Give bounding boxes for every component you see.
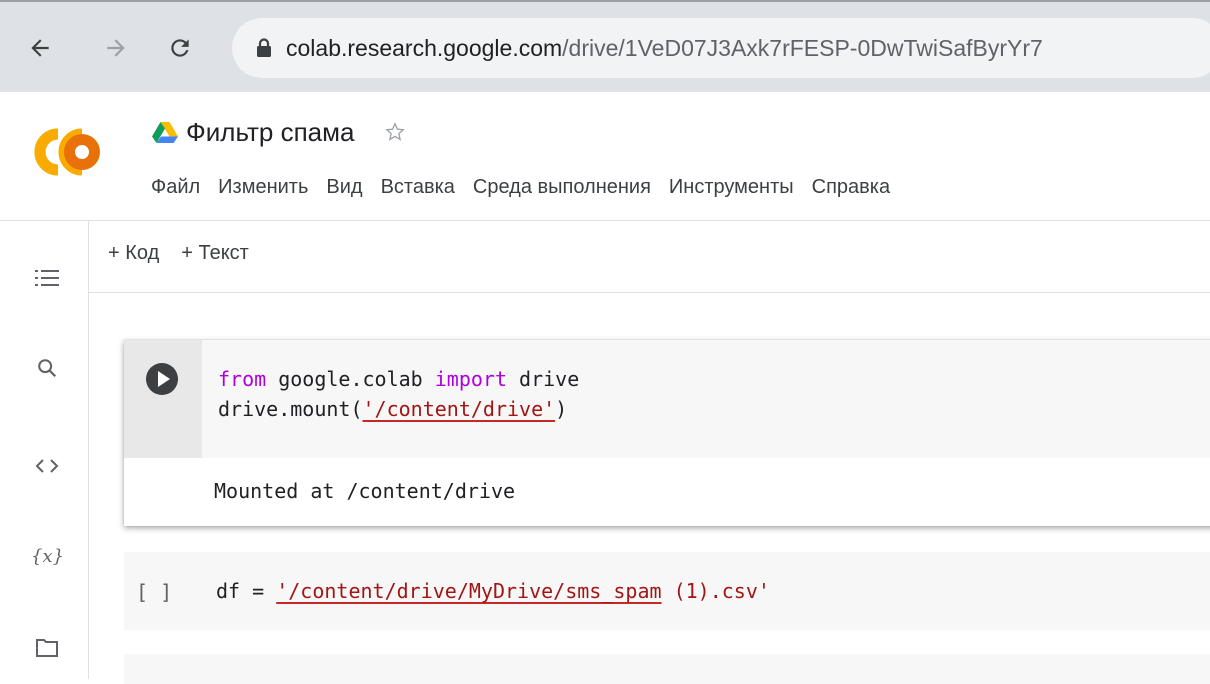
run-cell-brackets[interactable]: [ ] [136, 580, 172, 604]
add-text-button[interactable]: + Текст [181, 242, 249, 265]
menu-edit[interactable]: Изменить [213, 174, 313, 201]
menu-runtime[interactable]: Среда выполнения [468, 174, 656, 201]
code-text: df = [216, 579, 277, 603]
menu-view[interactable]: Вид [321, 174, 367, 201]
forward-arrow-icon[interactable] [96, 28, 136, 68]
code-text: drive.mount( [218, 397, 363, 421]
cell-toolbar: + Код + Текст [108, 242, 249, 265]
code-line-2: drive.mount('/content/drive') [218, 396, 567, 422]
code-text: google.colab [266, 367, 435, 391]
url-text: colab.research.google.com/drive/1VeD07J3… [286, 34, 1043, 62]
google-drive-icon[interactable] [152, 121, 178, 143]
search-icon[interactable] [34, 355, 60, 381]
menu-insert[interactable]: Вставка [376, 174, 460, 201]
back-arrow-icon[interactable] [20, 28, 60, 68]
cell-output: Mounted at /content/drive [214, 479, 516, 503]
code-editor[interactable]: from google.colab import drive drive.mou… [202, 340, 1210, 458]
code-text: drive [507, 367, 580, 391]
url-domain: colab.research.google.com [286, 35, 563, 61]
menu-file[interactable]: Файл [146, 174, 205, 201]
notebook-title-row: Фильтр спама [152, 114, 406, 150]
left-rail: {x} [0, 221, 89, 679]
reload-icon[interactable] [160, 28, 200, 68]
add-code-button[interactable]: + Код [108, 242, 159, 265]
files-icon[interactable] [34, 635, 60, 661]
toc-icon[interactable] [34, 265, 60, 291]
main-menu: Файл Изменить Вид Вставка Среда выполнен… [146, 174, 903, 201]
run-cell-button[interactable] [146, 363, 178, 395]
string-literal: '/content/drive/MyDrive/sms_spam [276, 579, 662, 603]
star-icon[interactable] [384, 121, 406, 143]
variables-icon[interactable]: {x} [30, 543, 64, 569]
code-snippets-icon[interactable] [34, 453, 60, 479]
code-cell-2[interactable]: [ ] df = '/content/drive/MyDrive/sms_spa… [124, 552, 1210, 630]
address-bar[interactable]: colab.research.google.com/drive/1VeD07J3… [232, 18, 1210, 78]
string-literal-tail: (1).csv' [661, 579, 770, 603]
code-text: ) [555, 397, 568, 421]
code-cell-1[interactable]: from google.colab import drive drive.mou… [124, 340, 1210, 526]
notebook-title[interactable]: Фильтр спама [186, 117, 354, 148]
keyword: import [434, 367, 507, 391]
cell-gutter [124, 340, 202, 458]
url-path: /drive/1VeD07J3Axk7rFESP-0DwTwiSafByrYr7 [562, 35, 1043, 61]
code-line: df = '/content/drive/MyDrive/sms_spam (1… [216, 578, 770, 604]
svg-text:{x}: {x} [31, 546, 63, 567]
menu-tools[interactable]: Инструменты [664, 174, 799, 201]
colab-logo-icon[interactable] [34, 128, 106, 176]
keyword: from [218, 367, 267, 391]
toolbar-divider [89, 292, 1210, 293]
string-literal: '/content/drive' [362, 397, 556, 421]
code-line-1: from google.colab import drive [218, 366, 579, 392]
lock-icon [257, 38, 271, 57]
code-cell-3[interactable] [124, 654, 1210, 684]
menu-help[interactable]: Справка [807, 174, 895, 201]
browser-toolbar: colab.research.google.com/drive/1VeD07J3… [0, 0, 1210, 92]
header-divider [0, 220, 1210, 221]
